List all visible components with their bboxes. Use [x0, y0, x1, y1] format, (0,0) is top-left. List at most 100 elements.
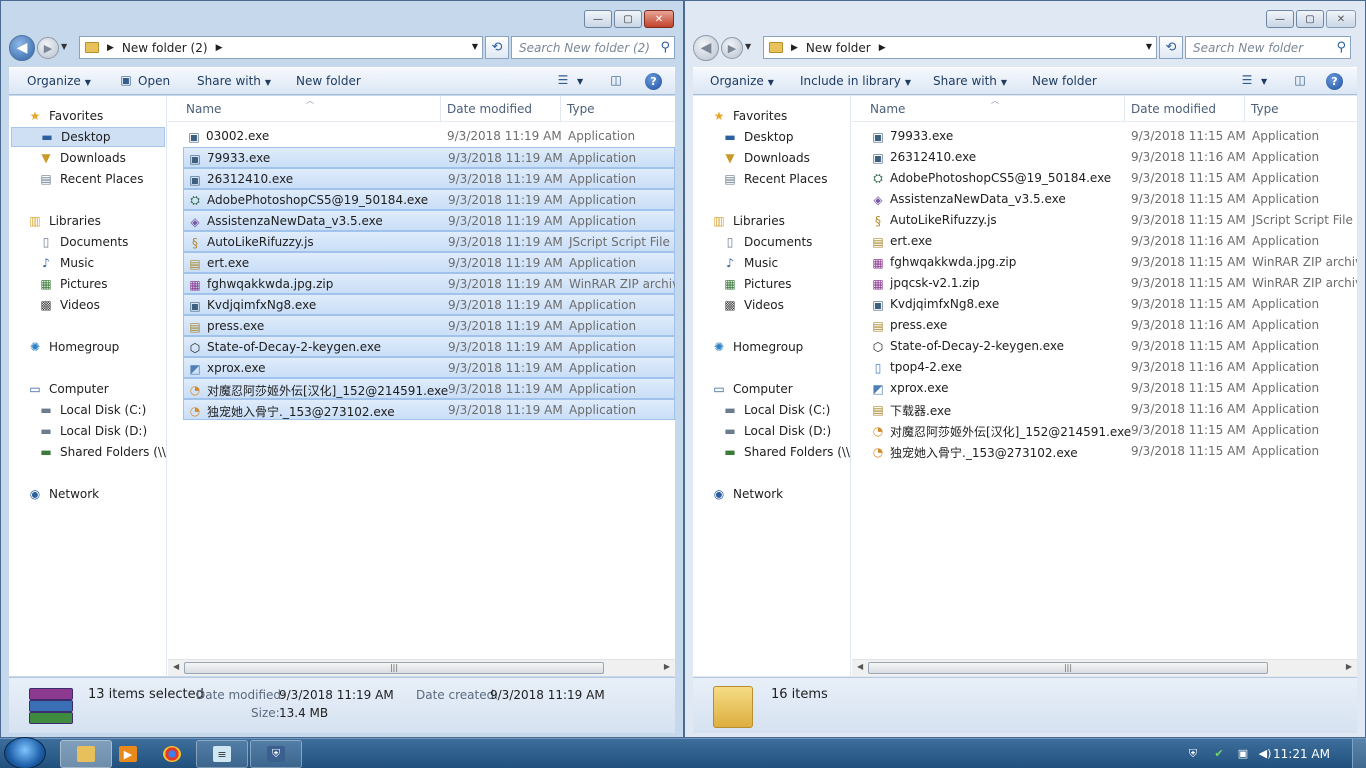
file-row[interactable]: ▯ tpop4-2.exe 9/3/2018 11:16 AM Application	[867, 357, 1345, 378]
file-row[interactable]: ⬡ State-of-Decay-2-keygen.exe 9/3/2018 11:…	[867, 336, 1345, 357]
file-name[interactable]: press.exe	[890, 318, 947, 332]
new-folder-button[interactable]: New folder	[296, 74, 361, 88]
file-name[interactable]: tpop4-2.exe	[890, 360, 962, 374]
file-row[interactable]: ▤ press.exe 9/3/2018 11:19 AM Application	[183, 315, 675, 336]
file-name[interactable]: State-of-Decay-2-keygen.exe	[890, 339, 1064, 353]
file-row[interactable]: ◔ 对魔忍阿莎姬外伝[汉化]_152@214591.exe 9/3/2018 11:…	[183, 378, 675, 399]
file-row[interactable]: ▣ 79933.exe 9/3/2018 11:15 AM Application	[867, 126, 1345, 147]
breadcrumb-current-folder[interactable]: New folder	[806, 41, 871, 55]
new-folder-button[interactable]: New folder	[1032, 74, 1097, 88]
open-button[interactable]: Open	[138, 74, 170, 88]
file-name[interactable]: AdobePhotoshopCS5@19_50184.exe	[207, 193, 428, 207]
file-row[interactable]: ▤ press.exe 9/3/2018 11:16 AM Application	[867, 315, 1345, 336]
file-row[interactable]: ◈ AssistenzaNewData_v3.5.exe 9/3/2018 11:1…	[867, 189, 1345, 210]
nav-local-disk-c[interactable]: ▬ Local Disk (C:)	[722, 400, 830, 420]
file-row[interactable]: ▣ 26312410.exe 9/3/2018 11:19 AM Applicatio…	[183, 168, 675, 189]
column-separator[interactable]	[1244, 96, 1245, 122]
view-options-icon[interactable]: ☰	[554, 73, 572, 89]
file-name[interactable]: xprox.exe	[890, 381, 949, 395]
file-name[interactable]: 79933.exe	[890, 129, 953, 143]
nav-desktop[interactable]: ▬ Desktop	[11, 127, 165, 147]
file-name[interactable]: 79933.exe	[207, 151, 270, 165]
nav-downloads[interactable]: ▼ Downloads	[38, 148, 126, 168]
breadcrumb-arrow-icon[interactable]: ▶	[791, 43, 798, 53]
system-clock[interactable]: 11:21 AM	[1273, 747, 1330, 761]
include-in-library-menu[interactable]: Include in library ▼	[800, 74, 911, 88]
file-name[interactable]: AssistenzaNewData_v3.5.exe	[890, 192, 1066, 206]
file-name[interactable]: AutoLikeRifuzzy.js	[890, 213, 997, 227]
file-name[interactable]: 独宠她入骨宁._153@273102.exe	[890, 444, 1078, 461]
column-date-modified[interactable]: Date modified	[447, 102, 532, 116]
refresh-button[interactable]: ⟲	[485, 36, 509, 59]
security-tray-icon[interactable]: ⛨	[1186, 747, 1200, 761]
file-name[interactable]: xprox.exe	[207, 361, 266, 375]
file-row[interactable]: ◔ 对魔忍阿莎姬外伝[汉化]_152@214591.exe 9/3/2018 11:…	[867, 420, 1345, 441]
help-icon[interactable]: ?	[1326, 73, 1343, 90]
file-list-pane[interactable]: ︿ Name Date modified Type ▣ 03002.exe 9/3/…	[168, 96, 675, 676]
nav-network[interactable]: ◉ Network	[711, 484, 783, 504]
nav-documents[interactable]: ▯ Documents	[38, 232, 129, 252]
forward-button[interactable]: ▶	[721, 37, 743, 59]
file-name[interactable]: 26312410.exe	[890, 150, 976, 164]
minimize-button[interactable]: —	[584, 10, 612, 28]
nav-pictures[interactable]: ▦ Pictures	[722, 274, 791, 294]
back-button[interactable]: ◀	[693, 35, 719, 61]
column-type[interactable]: Type	[567, 102, 595, 116]
file-row[interactable]: ▣ KvdjqimfxNg8.exe 9/3/2018 11:19 AM Applic…	[183, 294, 675, 315]
breadcrumb-arrow-icon[interactable]: ▶	[879, 43, 886, 53]
maximize-button[interactable]: ▢	[614, 10, 642, 28]
nav-documents[interactable]: ▯ Documents	[722, 232, 813, 252]
file-name[interactable]: ert.exe	[207, 256, 249, 270]
nav-computer[interactable]: ▭ Computer	[27, 379, 108, 399]
file-name[interactable]: State-of-Decay-2-keygen.exe	[207, 340, 381, 354]
column-separator[interactable]	[560, 96, 561, 122]
scroll-left-icon[interactable]: ◀	[173, 662, 179, 671]
breadcrumb-arrow-icon[interactable]: ▶	[107, 43, 114, 53]
recent-pages-dropdown[interactable]: ▼	[745, 42, 751, 51]
file-row[interactable]: ▣ 26312410.exe 9/3/2018 11:16 AM Applicatio…	[867, 147, 1345, 168]
file-name[interactable]: fghwqakkwda.jpg.zip	[890, 255, 1016, 269]
scrollbar-thumb[interactable]: |||	[184, 662, 604, 674]
forward-button[interactable]: ▶	[37, 37, 59, 59]
column-name[interactable]: Name	[870, 102, 905, 116]
nav-local-disk-d[interactable]: ▬ Local Disk (D:)	[38, 421, 147, 441]
nav-libraries[interactable]: ▥ Libraries	[711, 211, 785, 231]
file-row[interactable]: ▤ 下载器.exe 9/3/2018 11:16 AM Application	[867, 399, 1345, 420]
taskbar-chrome[interactable]	[160, 740, 184, 768]
file-row[interactable]: ◔ 独宠她入骨宁._153@273102.exe 9/3/2018 11:19 AM…	[183, 399, 675, 420]
back-button[interactable]: ◀	[9, 35, 35, 61]
nav-recent-places[interactable]: ▤ Recent Places	[722, 169, 827, 189]
taskbar-security-app[interactable]: ⛨	[250, 740, 302, 768]
view-options-icon[interactable]: ☰	[1238, 73, 1256, 89]
file-row[interactable]: ▣ 79933.exe 9/3/2018 11:19 AM Application	[183, 147, 675, 168]
file-list-pane[interactable]: ︿ Name Date modified Type ▣ 79933.exe 9/3/…	[852, 96, 1357, 676]
file-row[interactable]: ◩ xprox.exe 9/3/2018 11:15 AM Application	[867, 378, 1345, 399]
organize-menu[interactable]: Organize ▼	[710, 74, 774, 88]
file-row[interactable]: ◩ xprox.exe 9/3/2018 11:19 AM Application	[183, 357, 675, 378]
minimize-button[interactable]: —	[1266, 10, 1294, 28]
start-button[interactable]	[4, 737, 46, 768]
nav-videos[interactable]: ▩ Videos	[722, 295, 784, 315]
search-input[interactable]: Search New folder ⚲	[1185, 36, 1351, 59]
file-row[interactable]: ▦ fghwqakkwda.jpg.zip 9/3/2018 11:15 AM Win…	[867, 252, 1357, 273]
recent-pages-dropdown[interactable]: ▼	[61, 42, 67, 51]
file-name[interactable]: 03002.exe	[206, 129, 269, 143]
nav-favorites[interactable]: ★ Favorites	[27, 106, 104, 126]
column-separator[interactable]	[440, 96, 441, 122]
nav-favorites[interactable]: ★ Favorites	[711, 106, 788, 126]
file-name[interactable]: jpqcsk-v2.1.zip	[890, 276, 980, 290]
taskbar-media-player[interactable]: ▶	[116, 740, 140, 768]
nav-computer[interactable]: ▭ Computer	[711, 379, 792, 399]
scroll-right-icon[interactable]: ▶	[1346, 662, 1352, 671]
file-row[interactable]: ▤ ert.exe 9/3/2018 11:19 AM Application	[183, 252, 675, 273]
column-name[interactable]: Name	[186, 102, 221, 116]
file-name[interactable]: KvdjqimfxNg8.exe	[890, 297, 999, 311]
file-row[interactable]: ▣ KvdjqimfxNg8.exe 9/3/2018 11:15 AM Applic…	[867, 294, 1345, 315]
file-row[interactable]: § AutoLikeRifuzzy.js 9/3/2018 11:19 AM JScr…	[183, 231, 675, 252]
file-row[interactable]: ▣ 03002.exe 9/3/2018 11:19 AM Application	[183, 126, 661, 147]
scrollbar-thumb[interactable]: |||	[868, 662, 1268, 674]
file-row[interactable]: ▦ jpqcsk-v2.1.zip 9/3/2018 11:15 AM WinRAR …	[867, 273, 1357, 294]
file-name[interactable]: 对魔忍阿莎姬外伝[汉化]_152@214591.exe	[207, 382, 448, 399]
help-icon[interactable]: ?	[645, 73, 662, 90]
file-name[interactable]: AdobePhotoshopCS5@19_50184.exe	[890, 171, 1111, 185]
